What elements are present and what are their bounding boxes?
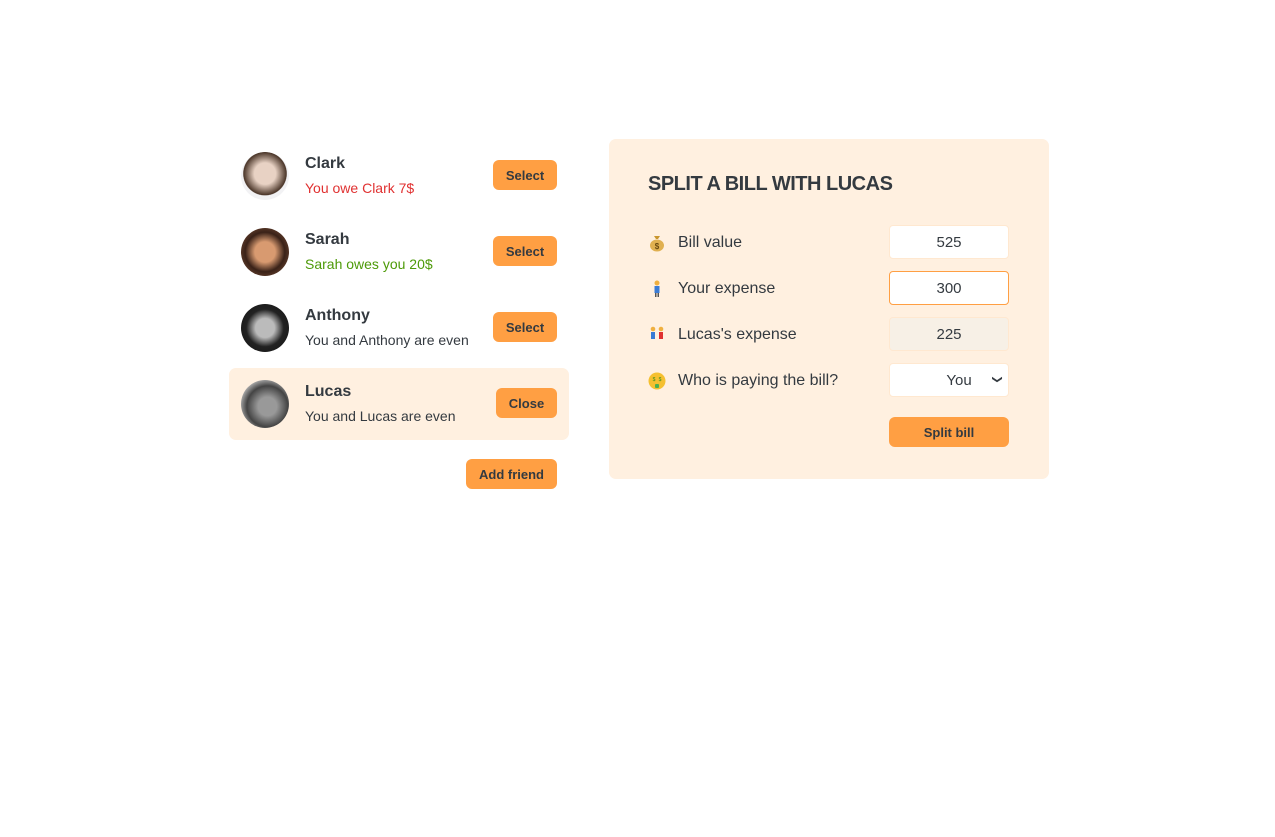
- add-friend-button[interactable]: Add friend: [466, 459, 557, 489]
- two-people-icon: [650, 326, 664, 339]
- bill-value-input[interactable]: [889, 225, 1009, 259]
- friend-name: Clark: [305, 155, 346, 172]
- close-button[interactable]: Close: [496, 388, 557, 418]
- friend-expense-row: Lucas's expense: [648, 317, 1009, 353]
- avatar: [241, 228, 289, 276]
- svg-text:$: $: [655, 242, 660, 251]
- payer-select[interactable]: You: [889, 363, 1009, 397]
- svg-text:$: $: [653, 377, 656, 383]
- friend-row-sarah: Sarah Sarah owes you 20$ Select: [229, 216, 569, 288]
- your-expense-label: Your expense: [678, 280, 776, 297]
- money-bag-icon: $: [650, 236, 664, 252]
- avatar: [241, 304, 289, 352]
- friend-row-clark: Clark You owe Clark 7$ Select: [229, 140, 569, 212]
- select-button[interactable]: Select: [493, 160, 557, 190]
- avatar: [241, 152, 289, 200]
- friend-balance: You and Anthony are even: [305, 332, 469, 348]
- split-bill-button[interactable]: Split bill: [889, 417, 1009, 447]
- form-title: SPLIT A BILL WITH LUCAS: [648, 173, 893, 195]
- friend-balance: Sarah owes you 20$: [305, 256, 433, 272]
- svg-text:$: $: [659, 377, 662, 383]
- bill-value-row: $ Bill value: [648, 225, 1009, 261]
- bill-value-label: Bill value: [678, 234, 743, 251]
- friend-name: Anthony: [305, 307, 370, 324]
- friend-name: Sarah: [305, 231, 350, 248]
- person-icon: [654, 280, 660, 297]
- payer-row: $ $ Who is paying the bill? You ❯: [648, 363, 1009, 399]
- your-expense-row: Your expense: [648, 271, 1009, 307]
- friend-balance: You and Lucas are even: [305, 408, 456, 424]
- select-button[interactable]: Select: [493, 236, 557, 266]
- your-expense-input[interactable]: [889, 271, 1009, 305]
- select-button[interactable]: Select: [493, 312, 557, 342]
- friend-expense-label: Lucas's expense: [678, 326, 797, 343]
- avatar: [241, 380, 289, 428]
- friend-expense-input: [889, 317, 1009, 351]
- friend-name: Lucas: [305, 383, 352, 400]
- friends-list: Clark You owe Clark 7$ Select Sarah Sara…: [229, 140, 569, 489]
- friend-row-anthony: Anthony You and Anthony are even Select: [229, 292, 569, 364]
- friend-row-lucas: Lucas You and Lucas are even Close: [229, 368, 569, 440]
- split-bill-form: SPLIT A BILL WITH LUCAS $ Bill value You…: [609, 139, 1049, 479]
- money-mouth-face-icon: $ $: [648, 372, 666, 390]
- payer-label: Who is paying the bill?: [678, 372, 839, 389]
- friend-balance: You owe Clark 7$: [305, 180, 415, 196]
